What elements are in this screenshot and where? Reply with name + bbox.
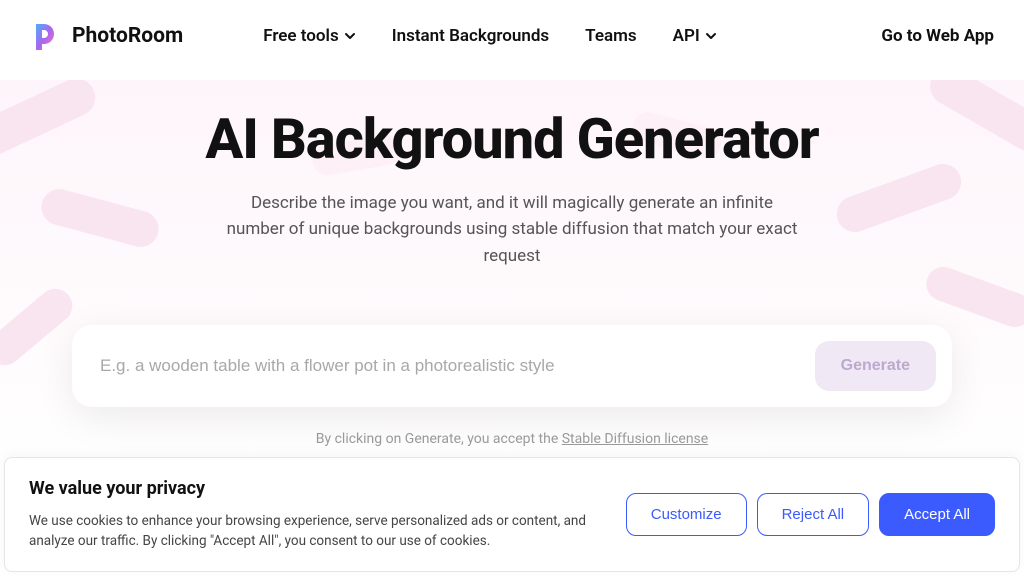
cookie-title: We value your privacy — [29, 478, 602, 499]
chevron-down-icon — [705, 30, 717, 42]
go-to-webapp-link[interactable]: Go to Web App — [881, 26, 994, 46]
hero-section: AI Background Generator Describe the ima… — [0, 72, 1024, 447]
page-title: AI Background Generator — [0, 106, 1024, 172]
accept-all-button[interactable]: Accept All — [879, 493, 995, 536]
nav-label: Teams — [585, 26, 636, 46]
license-text: By clicking on Generate, you accept the … — [0, 431, 1024, 447]
cookie-description: We use cookies to enhance your browsing … — [29, 511, 602, 552]
cookie-buttons: Customize Reject All Accept All — [626, 493, 995, 536]
chevron-down-icon — [344, 30, 356, 42]
cookie-banner: We value your privacy We use cookies to … — [4, 457, 1020, 573]
prompt-input[interactable] — [100, 356, 799, 376]
photoroom-logo-icon — [30, 20, 62, 52]
header: PhotoRoom Free tools Instant Backgrounds… — [0, 0, 1024, 72]
stable-diffusion-license-link[interactable]: Stable Diffusion license — [562, 431, 708, 447]
nav-label: API — [673, 26, 700, 46]
nav-instant-backgrounds[interactable]: Instant Backgrounds — [392, 26, 549, 46]
generate-button[interactable]: Generate — [815, 341, 936, 391]
nav-label: Free tools — [263, 26, 339, 46]
logo[interactable]: PhotoRoom — [30, 20, 183, 52]
nav-free-tools[interactable]: Free tools — [263, 26, 356, 46]
cookie-text: We value your privacy We use cookies to … — [29, 478, 602, 552]
reject-all-button[interactable]: Reject All — [757, 493, 870, 536]
nav-label: Instant Backgrounds — [392, 26, 549, 46]
hero-description: Describe the image you want, and it will… — [222, 190, 802, 269]
license-prefix: By clicking on Generate, you accept the — [316, 431, 562, 447]
nav-api[interactable]: API — [673, 26, 717, 46]
customize-button[interactable]: Customize — [626, 493, 747, 536]
logo-text: PhotoRoom — [72, 24, 183, 48]
main-nav: Free tools Instant Backgrounds Teams API — [263, 26, 717, 46]
prompt-card: Generate — [72, 325, 952, 407]
nav-teams[interactable]: Teams — [585, 26, 636, 46]
